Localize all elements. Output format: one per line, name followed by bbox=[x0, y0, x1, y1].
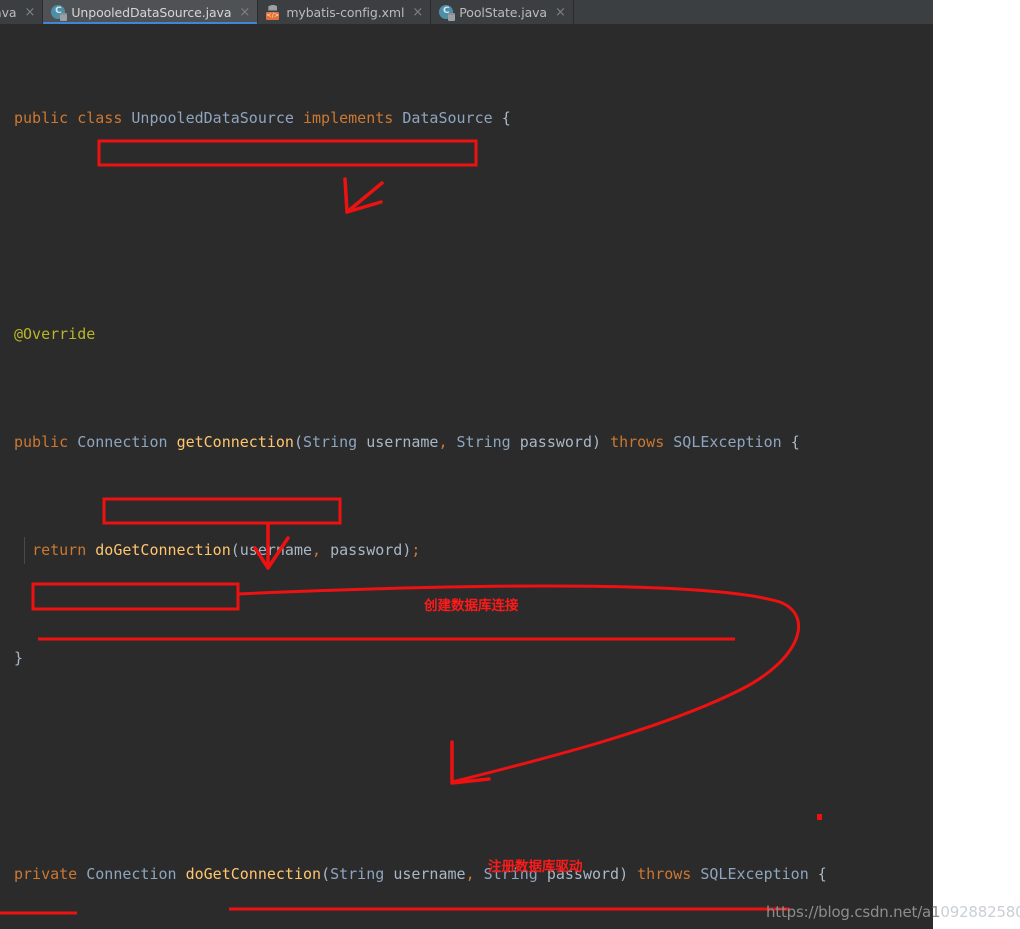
tab-label: mybatis-config.xml bbox=[286, 4, 405, 20]
screenshot-root: t.java × C UnpooledDataSource.java × </>… bbox=[0, 0, 1020, 929]
close-icon[interactable]: × bbox=[24, 6, 35, 19]
code-line: @Override bbox=[14, 325, 96, 343]
annotation-note-register-driver: 注册数据库驱动 bbox=[488, 859, 583, 875]
editor-tab-poolstate[interactable]: C PoolState.java × bbox=[431, 0, 574, 24]
close-icon[interactable]: × bbox=[555, 6, 566, 19]
annotation-note-create-connection: 创建数据库连接 bbox=[424, 598, 519, 614]
close-icon[interactable]: × bbox=[412, 6, 423, 19]
java-class-icon: C bbox=[439, 4, 456, 21]
code-editor-content[interactable]: public class UnpooledDataSource implemen… bbox=[0, 24, 933, 929]
xml-icon-brackets: </> bbox=[266, 11, 280, 20]
java-class-icon: C bbox=[51, 4, 68, 21]
lock-icon bbox=[60, 12, 68, 21]
watermark-id: 092882580 bbox=[940, 903, 1020, 921]
editor-tab-unpooleddatasource[interactable]: C UnpooledDataSource.java × bbox=[43, 0, 259, 24]
editor-tab-mybatis-config[interactable]: </> mybatis-config.xml × bbox=[258, 0, 432, 24]
code-line: } bbox=[14, 649, 24, 667]
csdn-watermark: https://blog.csdn.net/a1092882580 bbox=[766, 903, 1020, 921]
code-line: private Connection doGetConnection(Strin… bbox=[14, 865, 827, 883]
lock-icon bbox=[448, 12, 456, 21]
code-line: public Connection getConnection(String u… bbox=[14, 433, 800, 451]
code-line: return doGetConnection(username, passwor… bbox=[0, 537, 933, 564]
tab-label: UnpooledDataSource.java bbox=[71, 4, 232, 20]
editor-tab-0[interactable]: t.java × bbox=[0, 0, 44, 24]
tab-label: t.java bbox=[0, 4, 17, 20]
xml-icon-fold bbox=[268, 4, 278, 11]
tab-label: PoolState.java bbox=[459, 4, 547, 20]
code-line: public class UnpooledDataSource implemen… bbox=[14, 109, 511, 127]
ide-window: t.java × C UnpooledDataSource.java × </>… bbox=[0, 0, 933, 929]
editor-tab-bar: t.java × C UnpooledDataSource.java × </>… bbox=[0, 0, 933, 24]
xml-file-icon: </> bbox=[266, 4, 281, 20]
watermark-url: https://blog.csdn.net/a1 bbox=[766, 903, 941, 921]
close-icon[interactable]: × bbox=[239, 6, 250, 19]
